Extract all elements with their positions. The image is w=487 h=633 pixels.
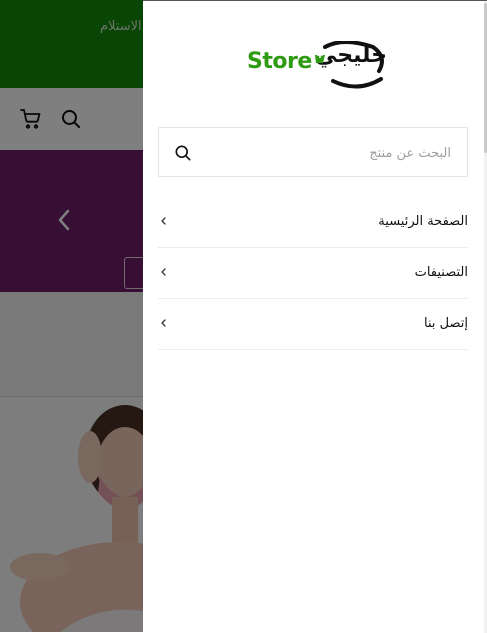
menu-item-label: إتصل بنا xyxy=(424,316,468,331)
menu-item-label: التصنيفات xyxy=(414,265,468,280)
menu-item-label: الصفحة الرئيسية xyxy=(378,214,468,229)
drawer-menu: الصفحة الرئيسية التصنيفات إتصل بنا xyxy=(158,197,468,350)
chevron-left-icon xyxy=(161,319,166,327)
search-input[interactable] xyxy=(199,128,453,178)
store-logo[interactable]: Store خليجي xyxy=(247,41,389,91)
menu-item-home[interactable]: الصفحة الرئيسية xyxy=(158,197,468,248)
side-drawer: Store خليجي الصفحة الرئيسية التصنيفات إت… xyxy=(143,0,487,633)
menu-item-contact[interactable]: إتصل بنا xyxy=(158,299,468,350)
chevron-left-icon xyxy=(161,268,166,276)
product-search xyxy=(158,127,468,178)
menu-item-categories[interactable]: التصنيفات xyxy=(158,248,468,299)
search-icon[interactable] xyxy=(173,143,193,163)
chevron-left-icon xyxy=(161,217,166,225)
logo-swoosh-icon xyxy=(315,41,384,89)
